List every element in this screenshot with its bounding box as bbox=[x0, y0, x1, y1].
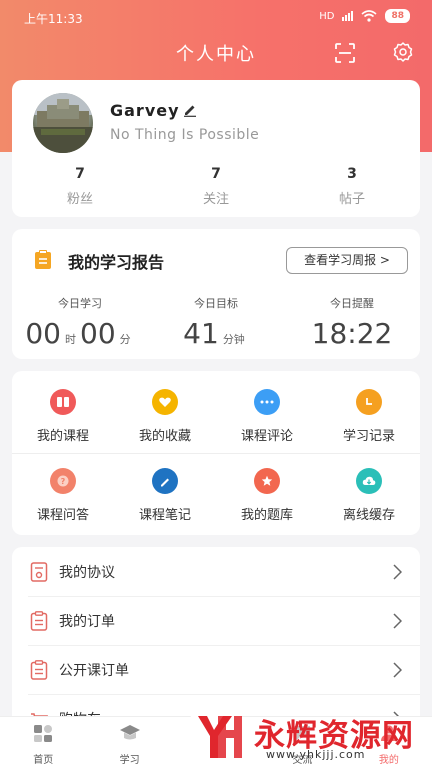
status-time: 上午11:33 bbox=[24, 12, 83, 26]
grid-label: 我的课程 bbox=[36, 429, 89, 444]
home-icon bbox=[34, 725, 53, 742]
today-goal-value: 41 分钟 bbox=[148, 317, 284, 350]
my-courses-button[interactable]: 我的课程 bbox=[12, 389, 114, 444]
watermark-logo bbox=[184, 704, 248, 768]
edit-icon[interactable] bbox=[183, 103, 197, 117]
stat-value: 7 bbox=[211, 166, 221, 182]
tab-label: 学习 bbox=[119, 755, 140, 766]
book-icon bbox=[50, 389, 76, 415]
profile-stats: 7 粉丝 7 关注 3 帖子 bbox=[12, 166, 420, 207]
chevron-right-icon bbox=[393, 564, 402, 580]
grid-label: 我的收藏 bbox=[138, 429, 191, 444]
tab-label: 首页 bbox=[33, 755, 54, 766]
today-reminder-label: 今日提醒 bbox=[330, 297, 374, 310]
clipboard-icon bbox=[35, 250, 51, 269]
goal-number: 41 bbox=[183, 317, 219, 350]
today-reminder: 今日提醒 18:22 bbox=[284, 295, 420, 350]
chevron-right-icon bbox=[393, 613, 402, 629]
profile-motto: No Thing Is Possible bbox=[110, 127, 260, 143]
grid-label: 离线缓存 bbox=[342, 508, 395, 523]
question-bank-button[interactable]: 我的题库 bbox=[216, 468, 318, 523]
grid-label: 课程问答 bbox=[36, 508, 89, 523]
stat-value: 7 bbox=[75, 166, 85, 182]
course-comments-button[interactable]: 课程评论 bbox=[216, 389, 318, 444]
today-goal-label: 今日目标 bbox=[194, 297, 238, 310]
course-qa-button[interactable]: ? 课程问答 bbox=[12, 468, 114, 523]
hours-unit: 时 bbox=[65, 333, 76, 346]
stat-following[interactable]: 7 关注 bbox=[148, 166, 284, 207]
study-hours: 00 bbox=[25, 317, 61, 350]
menu-item-orders[interactable]: 我的订单 bbox=[12, 596, 420, 645]
feature-grid-card: 我的课程 我的收藏 课程评论 学习记录 ? 课程问答 课程笔记 我的题库 离线缓… bbox=[12, 371, 420, 535]
signal-icon bbox=[342, 11, 354, 21]
scan-icon[interactable] bbox=[334, 42, 356, 64]
menu-label: 我的订单 bbox=[59, 614, 115, 630]
star-icon bbox=[254, 468, 280, 494]
username: Garvey bbox=[110, 101, 180, 120]
page-title: 个人中心 bbox=[176, 44, 256, 65]
menu-label: 公开课订单 bbox=[59, 663, 129, 679]
study-records-button[interactable]: 学习记录 bbox=[318, 389, 420, 444]
stat-label: 关注 bbox=[202, 192, 229, 207]
feature-row: 我的课程 我的收藏 课程评论 学习记录 bbox=[12, 389, 420, 444]
grid-label: 我的题库 bbox=[240, 508, 293, 523]
stat-value: 3 bbox=[347, 166, 357, 182]
stat-posts[interactable]: 3 帖子 bbox=[284, 166, 420, 207]
svg-text:?: ? bbox=[61, 477, 66, 486]
agreement-icon bbox=[30, 562, 48, 582]
tab-home[interactable]: 首页 bbox=[0, 717, 86, 768]
heart-icon bbox=[152, 389, 178, 415]
report-title: 我的学习报告 bbox=[68, 253, 165, 272]
weekly-report-button[interactable]: 查看学习周报 > bbox=[286, 247, 408, 274]
question-icon: ? bbox=[50, 468, 76, 494]
order-icon bbox=[30, 611, 48, 631]
today-study: 今日学习 00 时 00 分 bbox=[12, 295, 148, 350]
today-study-value: 00 时 00 分 bbox=[12, 317, 148, 350]
download-icon bbox=[356, 468, 382, 494]
chevron-right-icon bbox=[393, 662, 402, 678]
profile-card: Garvey No Thing Is Possible 7 粉丝 7 关注 3 … bbox=[12, 80, 420, 217]
tab-study[interactable]: 学习 bbox=[86, 717, 172, 768]
study-minutes: 00 bbox=[80, 317, 116, 350]
today-study-label: 今日学习 bbox=[58, 297, 102, 310]
watermark-url: www.yhkjjj.com bbox=[266, 748, 366, 761]
goal-unit: 分钟 bbox=[222, 333, 245, 346]
title-bar: 个人中心 bbox=[0, 34, 432, 72]
course-notes-button[interactable]: 课程笔记 bbox=[114, 468, 216, 523]
divider bbox=[12, 453, 420, 454]
grid-label: 课程笔记 bbox=[138, 508, 191, 523]
grid-label: 学习记录 bbox=[342, 429, 395, 444]
order-icon bbox=[30, 660, 48, 680]
report-metrics: 今日学习 00 时 00 分 今日目标 41 分钟 今日提醒 18:22 bbox=[12, 295, 420, 350]
status-indicators: HD 88 bbox=[319, 9, 410, 23]
avatar[interactable] bbox=[33, 93, 93, 153]
feature-row: ? 课程问答 课程笔记 我的题库 离线缓存 bbox=[12, 468, 420, 523]
menu-item-open-course-orders[interactable]: 公开课订单 bbox=[12, 645, 420, 694]
minutes-unit: 分 bbox=[119, 333, 131, 346]
network-label: HD bbox=[319, 10, 335, 22]
my-favorites-button[interactable]: 我的收藏 bbox=[114, 389, 216, 444]
grid-label: 课程评论 bbox=[240, 429, 293, 444]
stat-label: 粉丝 bbox=[66, 192, 93, 207]
today-goal: 今日目标 41 分钟 bbox=[148, 295, 284, 350]
wifi-icon bbox=[361, 10, 377, 22]
avatar-image bbox=[33, 93, 93, 153]
pencil-icon bbox=[152, 468, 178, 494]
stat-followers[interactable]: 7 粉丝 bbox=[12, 166, 148, 207]
comment-icon bbox=[254, 389, 280, 415]
menu-label: 我的协议 bbox=[59, 565, 115, 581]
study-report-card: 我的学习报告 查看学习周报 > 今日学习 00 时 00 分 今日目标 41 分钟 今日… bbox=[12, 229, 420, 359]
battery-indicator: 88 bbox=[385, 9, 410, 23]
offline-cache-button[interactable]: 离线缓存 bbox=[318, 468, 420, 523]
clock-icon bbox=[356, 389, 382, 415]
menu-item-agreements[interactable]: 我的协议 bbox=[12, 547, 420, 596]
watermark: 永辉资源网 www.yhkjjj.com bbox=[184, 702, 432, 768]
status-bar: 上午11:33 HD 88 bbox=[0, 0, 432, 34]
today-reminder-value: 18:22 bbox=[311, 317, 393, 350]
stat-label: 帖子 bbox=[338, 192, 365, 207]
gear-icon[interactable] bbox=[392, 41, 414, 63]
graduation-cap-icon bbox=[119, 725, 140, 740]
